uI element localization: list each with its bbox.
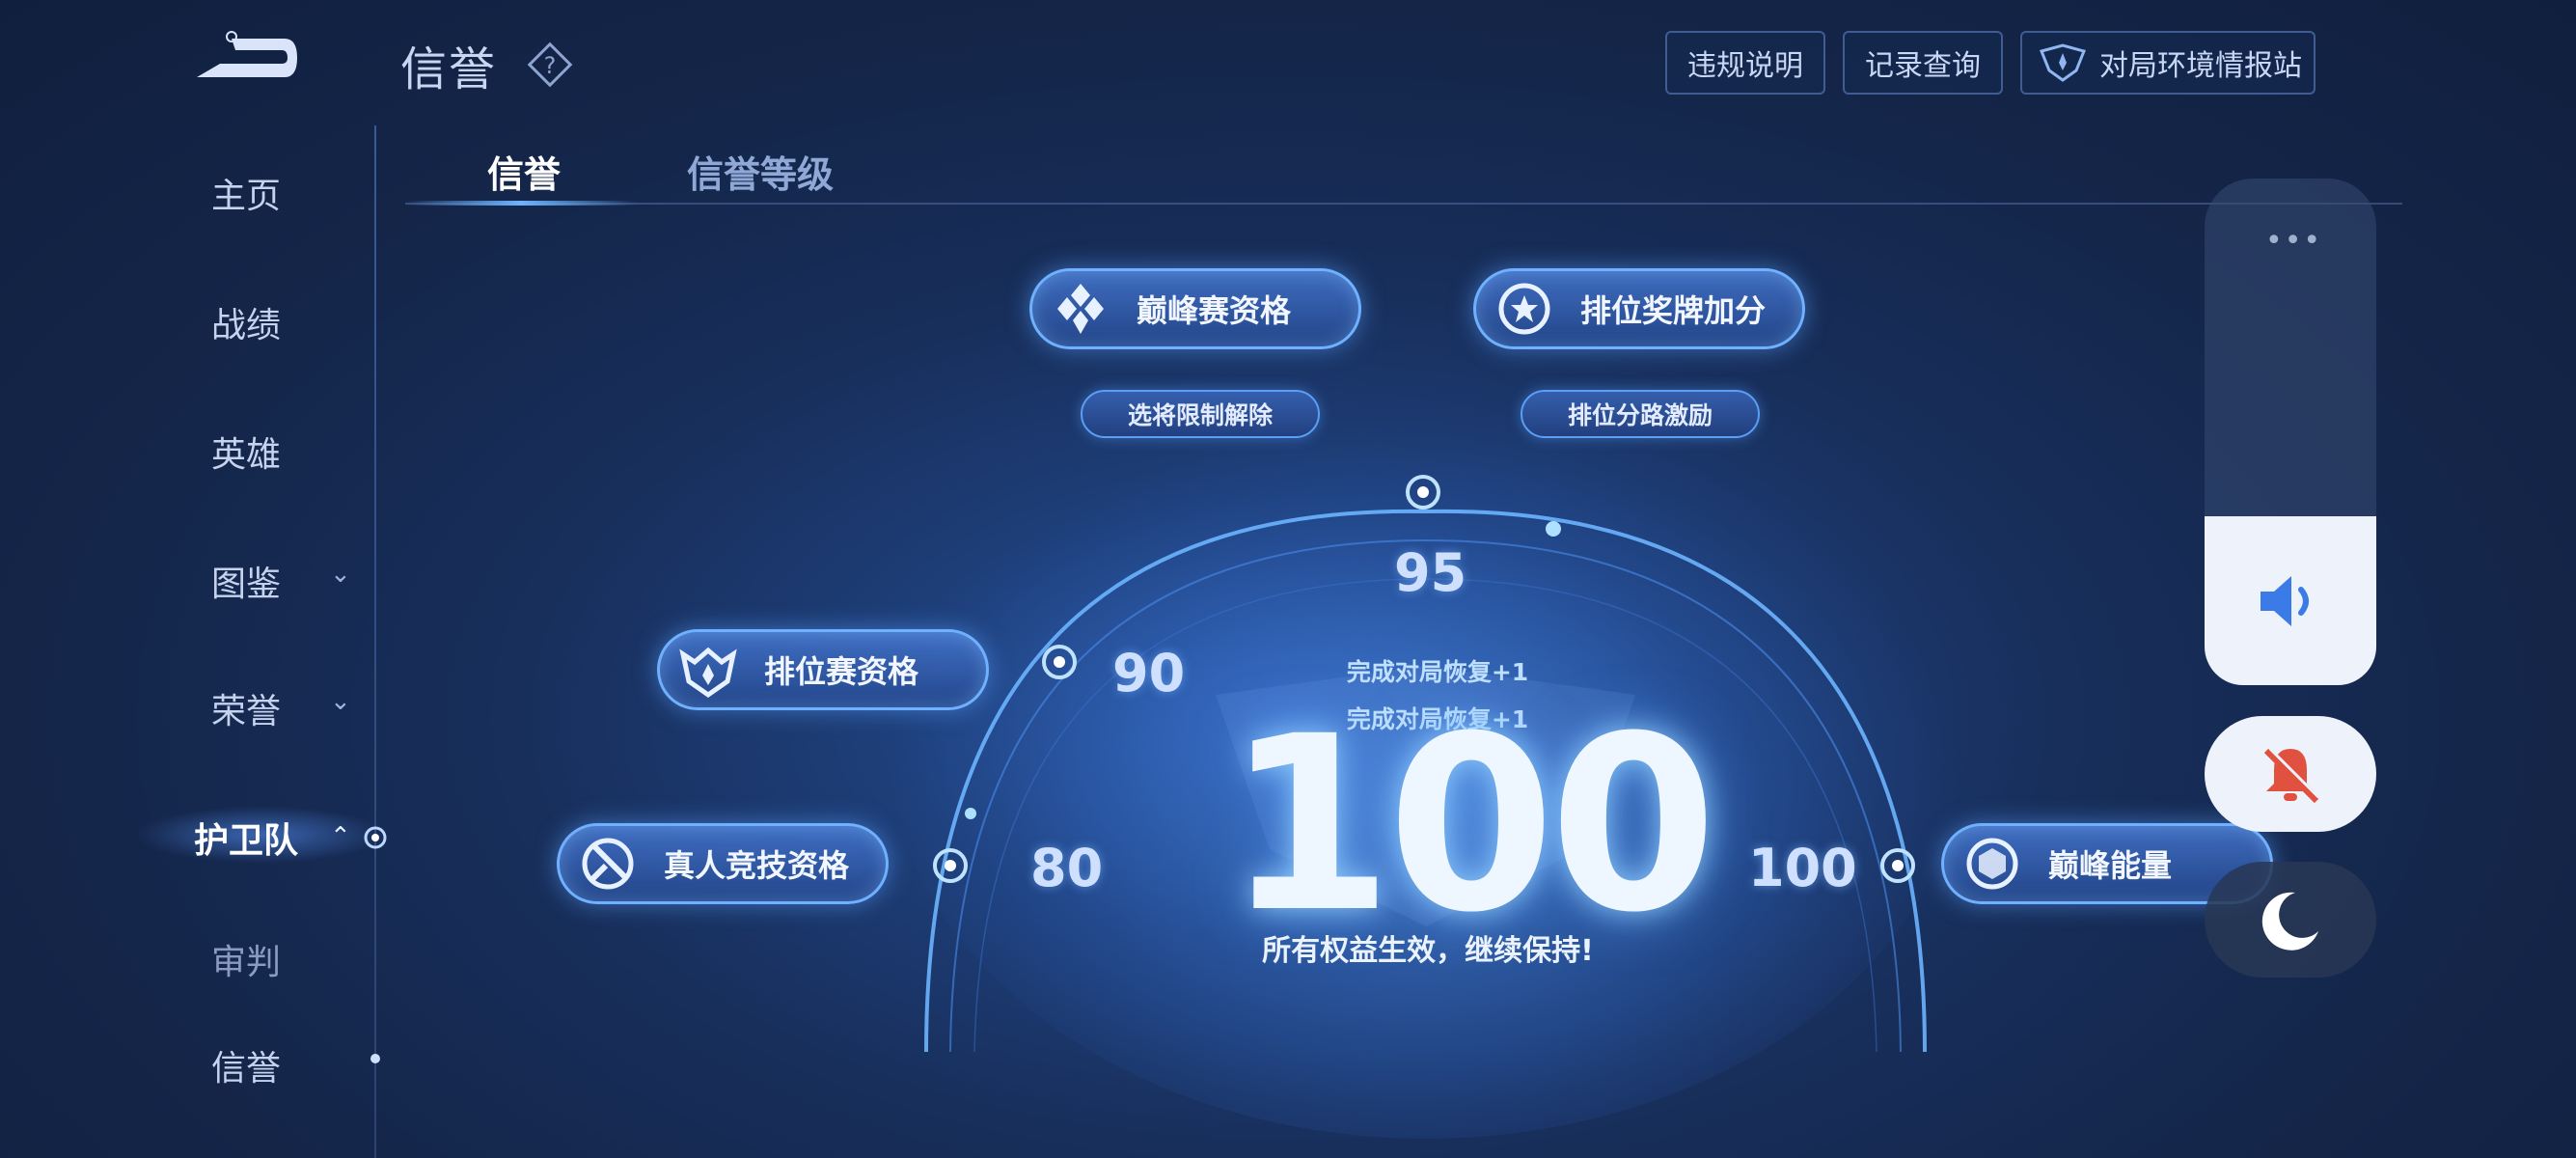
status-message: 所有权益生效，继续保持! — [1262, 934, 1594, 968]
real-match-qualification-label: 真人竞技资格 — [664, 847, 850, 884]
tab-active-indicator — [405, 201, 637, 206]
sidebar-item-credit[interactable]: 信誉 — [164, 1040, 328, 1090]
rank-qualification-label: 排位赛资格 — [764, 653, 919, 690]
shield-crown-icon — [679, 647, 737, 699]
sidebar-item-heroes[interactable]: 英雄 — [164, 427, 328, 477]
sidebar-item-guard-team[interactable]: 护卫队 — [164, 813, 328, 863]
recover-hint: 完成对局恢复+1 — [1346, 658, 1529, 686]
active-node-icon — [364, 826, 387, 849]
speaker-icon — [2261, 576, 2309, 626]
volume-button[interactable] — [2205, 516, 2376, 685]
medal-star-icon — [1498, 283, 1550, 335]
tick-label-90: 90 — [1112, 643, 1186, 703]
svg-text:?: ? — [544, 52, 557, 79]
lane-incentive-pill[interactable]: 排位分路激励 — [1521, 390, 1760, 438]
mute-notifications-button[interactable] — [2205, 716, 2376, 832]
emblem-icon — [2039, 43, 2087, 82]
tick-label-80: 80 — [1030, 838, 1104, 898]
cube-energy-icon — [1966, 838, 2018, 890]
sidebar-divider — [374, 125, 376, 1158]
page-title: 信誉 — [400, 42, 498, 96]
diamond-cluster-icon — [1057, 284, 1104, 334]
chevron-down-icon[interactable]: ⌄ — [330, 687, 351, 716]
chevron-down-icon[interactable]: ⌄ — [330, 560, 351, 589]
rank-qualification-pill[interactable]: 排位赛资格 — [657, 629, 989, 710]
gauge-arc-graphic — [886, 328, 1966, 1139]
credit-score: 100 — [1225, 684, 1717, 965]
rank-medal-bonus-pill[interactable]: 排位奖牌加分 — [1473, 268, 1805, 349]
match-environment-station-button[interactable]: 对局环境情报站 — [2020, 31, 2316, 95]
more-menu-icon[interactable]: ••• — [2265, 224, 2322, 258]
hero-unlock-pill[interactable]: 选将限制解除 — [1081, 390, 1320, 438]
violation-info-button[interactable]: 违规说明 — [1665, 31, 1825, 95]
tab-credit-level[interactable]: 信誉等级 — [687, 145, 834, 198]
rank-medal-bonus-label: 排位奖牌加分 — [1580, 292, 1767, 329]
peak-qualification-pill[interactable]: 巅峰赛资格 — [1029, 268, 1361, 349]
tab-credit[interactable]: 信誉 — [487, 145, 561, 198]
real-match-qualification-pill[interactable]: 真人竞技资格 — [557, 823, 889, 904]
sidebar-item-judge[interactable]: 审判 — [164, 934, 328, 984]
sidebar-item-codex[interactable]: 图鉴 — [164, 556, 328, 606]
sidebar-item-records[interactable]: 战绩 — [164, 297, 328, 347]
bell-off-icon — [2263, 747, 2320, 804]
tick-label-100: 100 — [1748, 838, 1857, 898]
tab-underline — [405, 203, 2402, 205]
night-mode-button[interactable] — [2205, 862, 2376, 978]
tick-label-95: 95 — [1394, 542, 1467, 603]
record-query-button[interactable]: 记录查询 — [1843, 31, 2003, 95]
chevron-up-icon[interactable]: ⌃ — [330, 822, 351, 851]
sidebar-item-home[interactable]: 主页 — [164, 168, 328, 218]
sidebar-item-honor[interactable]: 荣誉 — [164, 683, 328, 733]
sword-icon — [582, 838, 634, 890]
back-icon[interactable] — [193, 29, 299, 87]
sidebar-dot — [370, 1054, 380, 1063]
help-icon[interactable]: ? — [526, 41, 574, 89]
match-environment-station-label: 对局环境情报站 — [2099, 49, 2302, 83]
peak-energy-label: 巅峰能量 — [2048, 847, 2173, 884]
peak-qualification-label: 巅峰赛资格 — [1137, 292, 1292, 329]
moon-icon — [2261, 892, 2318, 951]
